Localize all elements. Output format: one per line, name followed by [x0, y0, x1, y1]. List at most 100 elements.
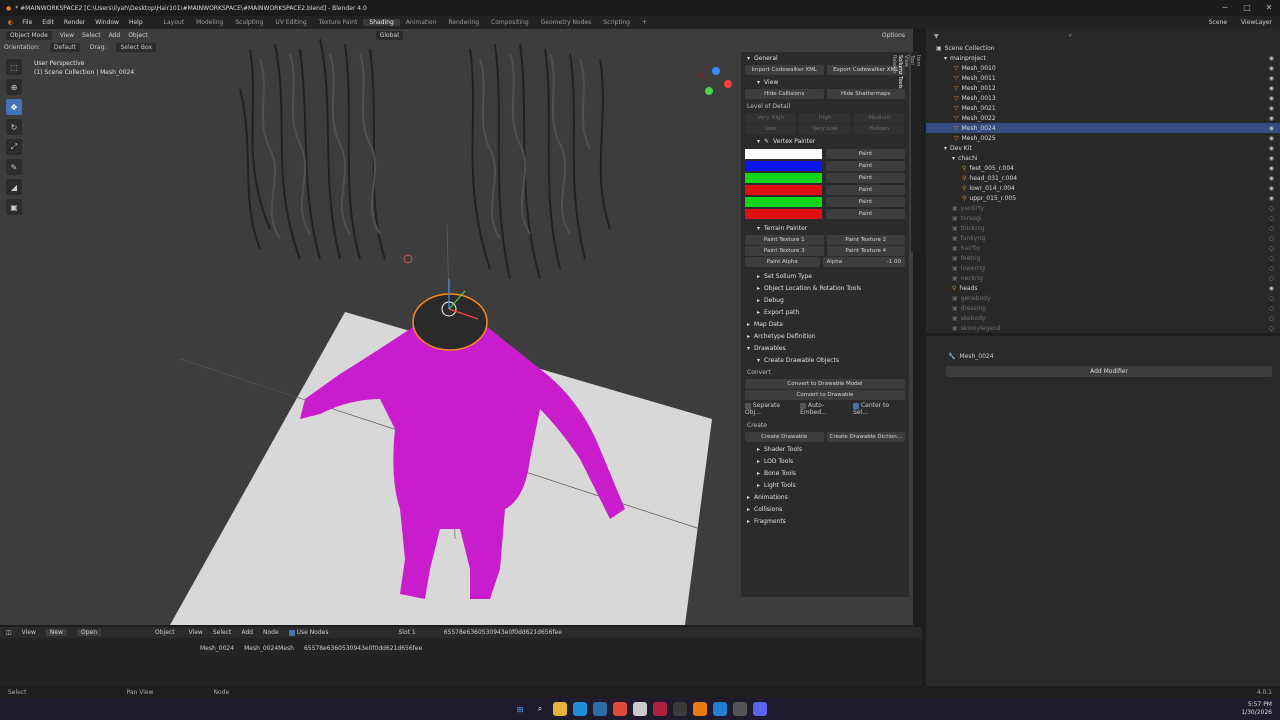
add-cube-icon[interactable]: ▣: [6, 199, 22, 215]
eye-icon[interactable]: ◌: [1269, 275, 1274, 282]
eye-icon[interactable]: ◉: [1269, 155, 1274, 162]
lod-very-high-button[interactable]: Very High: [745, 113, 797, 123]
create-drawable-dictionary-button[interactable]: Create Drawable Diction...: [826, 432, 905, 442]
shader-menu-select[interactable]: Select: [213, 629, 232, 636]
outliner-row[interactable]: ▽ Mesh_0022 ◉: [926, 113, 1280, 123]
outliner-row[interactable]: ▽ Mesh_0021 ◉: [926, 103, 1280, 113]
tab-texture-paint[interactable]: Texture Paint: [313, 19, 364, 26]
eye-icon[interactable]: ◉: [1269, 195, 1274, 202]
section-archetype[interactable]: ▸ Archetype Definition: [741, 330, 909, 342]
section-collisions[interactable]: ▸ Collisions: [741, 503, 909, 515]
add-workspace-icon[interactable]: +: [636, 19, 653, 26]
blender-menu-icon[interactable]: ◐: [4, 19, 17, 26]
outliner-row[interactable]: ▣ yardirty ◌: [926, 203, 1280, 213]
shader-menu-add[interactable]: Add: [241, 629, 253, 636]
outliner-row[interactable]: ▣ lowerrig ◌: [926, 263, 1280, 273]
eye-icon[interactable]: ◌: [1269, 325, 1274, 332]
outliner-row[interactable]: ▣ torsogi ◌: [926, 213, 1280, 223]
eye-icon[interactable]: ◌: [1269, 235, 1274, 242]
blender-icon[interactable]: [693, 702, 707, 716]
eye-icon[interactable]: ◌: [1269, 255, 1274, 262]
tab-sollumz[interactable]: Sollumz Tools: [897, 52, 903, 252]
outliner-row[interactable]: ⚲ lowr_014_r.004 ◉: [926, 183, 1280, 193]
section-export-path[interactable]: ▸ Export path: [741, 306, 909, 318]
eye-icon[interactable]: ◉: [1269, 105, 1274, 112]
eye-icon[interactable]: ◌: [1269, 265, 1274, 272]
scene-selector[interactable]: Scene: [1209, 19, 1227, 26]
outliner-row[interactable]: ▣ Scene Collection: [926, 43, 1280, 53]
eye-icon[interactable]: ◉: [1269, 55, 1274, 62]
section-animations[interactable]: ▸ Animations: [741, 491, 909, 503]
paint-texture-3-button[interactable]: Paint Texture 3: [745, 246, 824, 256]
discord-icon[interactable]: [753, 702, 767, 716]
outliner-row[interactable]: ▽ Mesh_0025 ◉: [926, 133, 1280, 143]
windows-start-icon[interactable]: ⊞: [513, 702, 527, 716]
outliner-row[interactable]: ▣ skebody ◌: [926, 313, 1280, 323]
eye-icon[interactable]: ◉: [1269, 65, 1274, 72]
paint-texture-1-button[interactable]: Paint Texture 1: [745, 235, 824, 245]
search-icon[interactable]: ⌕: [1069, 32, 1072, 40]
eye-icon[interactable]: ◌: [1269, 245, 1274, 252]
eye-icon[interactable]: ◉: [1269, 185, 1274, 192]
minimize-icon[interactable]: ─: [1214, 0, 1236, 16]
outliner-row[interactable]: ▣ genebody ◌: [926, 293, 1280, 303]
object-mode-dropdown[interactable]: Object Mode: [6, 30, 52, 40]
view-layer-selector[interactable]: ViewLayer: [1241, 19, 1272, 26]
menu-render[interactable]: Render: [59, 19, 90, 26]
shader-menu-node[interactable]: Node: [263, 629, 279, 636]
maximize-icon[interactable]: □: [1236, 0, 1258, 16]
tab-scripting[interactable]: Scripting: [597, 19, 636, 26]
color-swatch[interactable]: [745, 197, 822, 207]
tab-sculpting[interactable]: Sculpting: [229, 19, 269, 26]
section-shader-tools[interactable]: ▸ Shader Tools: [741, 443, 909, 455]
tab-layout[interactable]: Layout: [158, 19, 190, 26]
chrome-icon[interactable]: [613, 702, 627, 716]
viewport-menu-view[interactable]: View: [60, 32, 74, 39]
menu-file[interactable]: File: [17, 19, 37, 26]
outliner-row[interactable]: ▾ Dev Kit ◉: [926, 143, 1280, 153]
options-dropdown[interactable]: Options: [882, 32, 905, 39]
convert-to-drawable-button[interactable]: Convert to Drawable: [745, 390, 905, 400]
eye-icon[interactable]: ◌: [1269, 295, 1274, 302]
color-swatch[interactable]: [745, 173, 822, 183]
editor-type-icon[interactable]: ◫: [6, 629, 12, 636]
tab-geometry-nodes[interactable]: Geometry Nodes: [535, 19, 598, 26]
orientation-dropdown[interactable]: Default: [49, 42, 80, 52]
outliner-row[interactable]: ▣ hairfig ◌: [926, 243, 1280, 253]
new-button[interactable]: New: [45, 629, 68, 636]
hide-collisions-button[interactable]: Hide Collisions: [745, 89, 824, 99]
eye-icon[interactable]: ◌: [1269, 225, 1274, 232]
outliner-row[interactable]: ⚲ feet_005_r.004 ◉: [926, 163, 1280, 173]
tab-modeling[interactable]: Modeling: [190, 19, 229, 26]
tab-view[interactable]: View: [903, 52, 909, 252]
outliner-row[interactable]: ▽ Mesh_0024 ◉: [926, 123, 1280, 133]
transform-orientation-dropdown[interactable]: Global: [375, 30, 403, 40]
section-lod-tools[interactable]: ▸ LOD Tools: [741, 455, 909, 467]
menu-window[interactable]: Window: [90, 19, 124, 26]
select-box-icon[interactable]: ⬚: [6, 59, 22, 75]
annotate-icon[interactable]: ✎: [6, 159, 22, 175]
tab-shading[interactable]: Shading: [363, 19, 400, 26]
app-icon[interactable]: [673, 702, 687, 716]
outliner-row[interactable]: ⚲ head_031_r.004 ◉: [926, 173, 1280, 183]
outliner-row[interactable]: ▣ neckrig ◌: [926, 273, 1280, 283]
eye-icon[interactable]: ◉: [1269, 85, 1274, 92]
file-explorer-icon[interactable]: [553, 702, 567, 716]
color-swatch[interactable]: [745, 161, 822, 171]
tab-tool[interactable]: Tool: [909, 52, 915, 252]
eye-icon[interactable]: ◉: [1269, 135, 1274, 142]
outliner-row[interactable]: ▽ Mesh_0012 ◉: [926, 83, 1280, 93]
rotate-icon[interactable]: ↻: [6, 119, 22, 135]
search-icon[interactable]: ⌕: [533, 702, 547, 716]
section-set-sollum-type[interactable]: ▸ Set Sollum Type: [741, 270, 909, 282]
outliner-row[interactable]: ▽ Mesh_0011 ◉: [926, 73, 1280, 83]
outliner-row[interactable]: ▣ dressing ◌: [926, 303, 1280, 313]
eye-icon[interactable]: ◉: [1269, 95, 1274, 102]
viewport-menu-object[interactable]: Object: [128, 32, 148, 39]
measure-icon[interactable]: ◢: [6, 179, 22, 195]
vscode-icon[interactable]: [713, 702, 727, 716]
outliner-row[interactable]: ▣ thicknig ◌: [926, 223, 1280, 233]
open-button[interactable]: Open: [77, 629, 102, 636]
section-object-location[interactable]: ▸ Object Location & Rotation Tools: [741, 282, 909, 294]
menu-help[interactable]: Help: [124, 19, 148, 26]
